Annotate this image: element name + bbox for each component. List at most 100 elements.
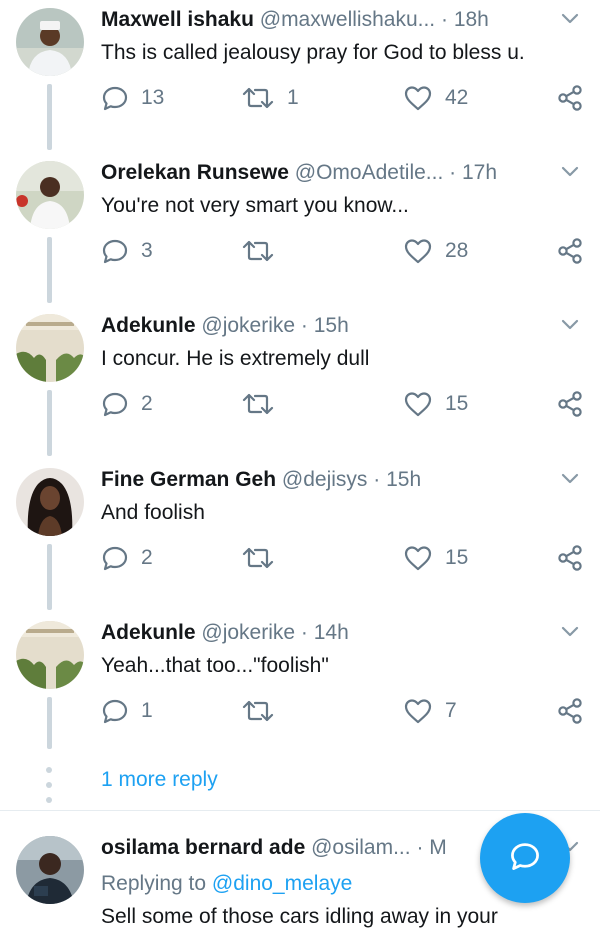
reply-icon (101, 84, 129, 112)
reply-button[interactable]: 1 (101, 691, 153, 731)
chevron-down-icon[interactable] (560, 165, 580, 179)
thread-line (47, 697, 52, 749)
retweet-button[interactable] (241, 538, 287, 578)
retweet-button[interactable] (241, 384, 287, 424)
action-bar: 3 28 (101, 231, 591, 271)
share-button[interactable] (556, 78, 584, 118)
retweet-icon (241, 544, 275, 572)
reply-button[interactable]: 13 (101, 78, 164, 118)
retweet-icon (241, 390, 275, 418)
avatar[interactable] (16, 621, 84, 689)
reply-count: 13 (141, 86, 165, 109)
retweet-count: 1 (287, 86, 299, 109)
avatar[interactable] (16, 836, 84, 904)
author-name[interactable]: Maxwell ishaku (101, 8, 254, 31)
action-bar: 13 1 42 (101, 78, 591, 118)
reply-icon (101, 544, 129, 572)
share-button[interactable] (556, 384, 584, 424)
author-handle[interactable]: @jokerike (201, 314, 295, 337)
like-count: 15 (445, 546, 469, 569)
author-name[interactable]: Adekunle (101, 621, 196, 644)
avatar[interactable] (16, 314, 84, 382)
like-button[interactable]: 15 (403, 384, 468, 424)
tweet[interactable]: Adekunle @jokerike · 15h I concur. He is… (0, 306, 600, 459)
action-bar: 2 15 (101, 384, 591, 424)
chevron-down-icon[interactable] (560, 318, 580, 332)
thread-line (47, 84, 52, 150)
author-handle[interactable]: @jokerike (201, 621, 295, 644)
tweet-text: And foolish (101, 501, 205, 524)
reply-count: 2 (141, 392, 153, 415)
timestamp[interactable]: 15h (386, 468, 421, 491)
like-button[interactable]: 15 (403, 538, 468, 578)
retweet-button[interactable]: 1 (241, 78, 299, 118)
like-icon (403, 544, 433, 572)
action-bar: 2 15 (101, 538, 591, 578)
share-icon (556, 697, 584, 725)
timestamp[interactable]: 17h (462, 161, 497, 184)
like-button[interactable]: 7 (403, 691, 457, 731)
separator: · (373, 468, 381, 491)
reply-button[interactable]: 2 (101, 538, 153, 578)
like-button[interactable]: 28 (403, 231, 468, 271)
tweet[interactable]: Adekunle @jokerike · 14h Yeah...that too… (0, 613, 600, 766)
like-icon (403, 237, 433, 265)
like-button[interactable]: 42 (403, 78, 468, 118)
like-count: 42 (445, 86, 469, 109)
more-replies-link[interactable]: 1 more reply (101, 768, 218, 792)
avatar[interactable] (16, 8, 84, 76)
retweet-button[interactable] (241, 231, 287, 271)
avatar[interactable] (16, 161, 84, 229)
tweet-header: Adekunle @jokerike · 15h (101, 314, 540, 338)
share-button[interactable] (556, 538, 584, 578)
share-button[interactable] (556, 691, 584, 731)
separator: · (440, 8, 448, 31)
chevron-down-icon[interactable] (560, 625, 580, 639)
tweet-header: Orelekan Runsewe @OmoAdetile... · 17h (101, 161, 540, 185)
share-icon (556, 390, 584, 418)
separator: · (300, 314, 308, 337)
like-count: 28 (445, 239, 469, 262)
tweet[interactable]: Orelekan Runsewe @OmoAdetile... · 17h Yo… (0, 153, 600, 306)
timestamp[interactable]: 18h (454, 8, 489, 31)
thread-line (47, 237, 52, 303)
reply-button[interactable]: 2 (101, 384, 153, 424)
like-count: 7 (445, 699, 457, 722)
avatar[interactable] (16, 468, 84, 536)
share-icon (556, 84, 584, 112)
tweet-header: Maxwell ishaku @maxwellishaku... · 18h (101, 8, 540, 32)
tweet-text: You're not very smart you know... (101, 194, 409, 217)
timestamp[interactable]: 14h (314, 621, 349, 644)
author-handle[interactable]: @dejisys (282, 468, 368, 491)
more-replies-row[interactable]: 1 more reply (0, 760, 600, 810)
share-icon (556, 237, 584, 265)
author-handle[interactable]: @maxwellishaku... (260, 8, 435, 31)
timestamp[interactable]: M (429, 836, 447, 859)
separator: · (416, 836, 424, 859)
mention-link[interactable]: @dino_melaye (212, 872, 352, 895)
tweet-text: I concur. He is extremely dull (101, 347, 370, 370)
chevron-down-icon[interactable] (560, 472, 580, 486)
share-button[interactable] (556, 231, 584, 271)
author-name[interactable]: Adekunle (101, 314, 196, 337)
reply-count: 2 (141, 546, 153, 569)
thread-dot (46, 782, 52, 788)
tweet-header: osilama bernard ade @osilam... · M (101, 836, 500, 860)
reply-count: 1 (141, 699, 153, 722)
reply-button[interactable]: 3 (101, 231, 153, 271)
tweet-text: Sell some of those cars idling away in y… (101, 905, 498, 928)
separator: · (449, 161, 457, 184)
author-handle[interactable]: @OmoAdetile... (295, 161, 444, 184)
author-name[interactable]: osilama bernard ade (101, 836, 305, 859)
like-icon (403, 84, 433, 112)
retweet-button[interactable] (241, 691, 287, 731)
timestamp[interactable]: 15h (314, 314, 349, 337)
tweet[interactable]: Maxwell ishaku @maxwellishaku... · 18h T… (0, 0, 600, 153)
author-name[interactable]: Orelekan Runsewe (101, 161, 289, 184)
tweet[interactable]: Fine German Geh @dejisys · 15h And fooli… (0, 460, 600, 613)
like-icon (403, 390, 433, 418)
chevron-down-icon[interactable] (560, 12, 580, 26)
compose-reply-button[interactable] (480, 813, 570, 903)
author-handle[interactable]: @osilam... (311, 836, 411, 859)
author-name[interactable]: Fine German Geh (101, 468, 276, 491)
